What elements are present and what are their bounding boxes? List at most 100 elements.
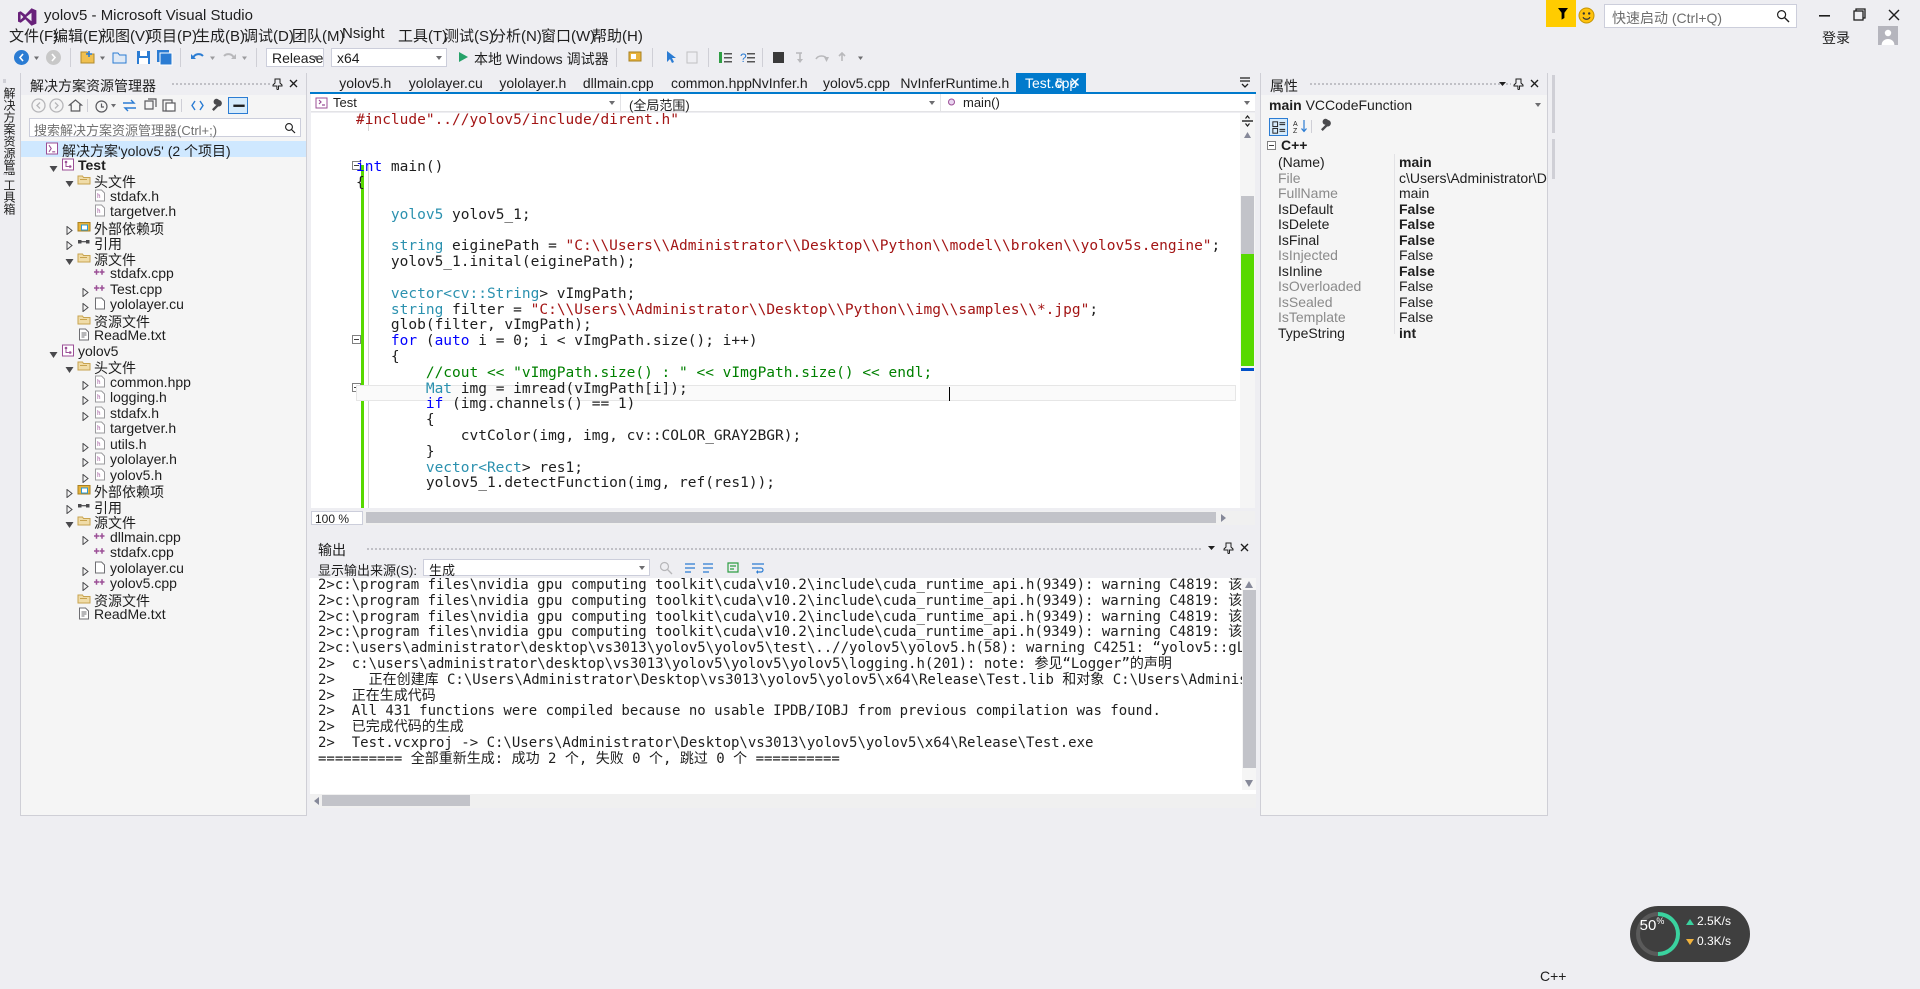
undo-icon[interactable] [188,48,207,67]
tree-node[interactable]: Test.cpp [21,281,306,298]
save-all-icon[interactable] [155,48,174,67]
code-line[interactable]: yolov5_1.detectFunction(img, ref(res1)); [356,475,1220,492]
menu-project[interactable]: 项目(P) [147,25,197,46]
go-to-next-icon[interactable] [700,560,716,575]
properties-dropdown-icon[interactable] [1496,77,1509,90]
twisty-expanded-icon[interactable] [49,346,58,358]
twisty-expanded-icon[interactable] [65,253,74,265]
property-value[interactable]: c\Users\Administrator\Desk [1399,170,1547,186]
start-debug-icon[interactable] [459,52,468,62]
tree-node[interactable]: ReadMe.txt [21,606,306,622]
twisty-collapsed-icon[interactable] [81,532,90,546]
pin-icon[interactable] [1222,541,1235,554]
properties-icon[interactable] [208,97,225,114]
properties-category-row[interactable]: C++ [1261,137,1547,154]
comment-lines-icon[interactable] [716,48,735,67]
tree-node[interactable]: yololayer.cu [21,560,306,577]
tree-node[interactable]: yololayer.cu [21,296,306,313]
nav-member-combo[interactable]: main() [941,94,1255,112]
code-line[interactable]: for (auto i = 0; i < vImgPath.size(); i+… [356,333,1220,350]
refresh-icon[interactable] [141,97,158,114]
twisty-collapsed-icon[interactable] [81,392,90,406]
twisty-collapsed-icon[interactable] [81,470,90,484]
property-value[interactable]: main [1399,154,1547,170]
h-scrollbar-thumb[interactable] [322,795,470,806]
sync-icon[interactable] [121,97,138,114]
menu-tools[interactable]: 工具(T) [398,25,447,46]
navigate-back-icon[interactable] [12,48,31,67]
menu-edit[interactable]: 编辑(E) [53,25,103,46]
properties-drag-handle[interactable] [1309,82,1511,86]
output-dropdown-icon[interactable] [1205,541,1218,554]
twisty-collapsed-icon[interactable] [81,439,90,453]
collapse-icon[interactable] [1267,141,1276,150]
property-row[interactable]: IsDelete False [1261,216,1547,232]
output-drag-handle[interactable] [366,547,1202,551]
code-line[interactable] [356,145,1220,161]
redo-icon[interactable] [220,48,239,67]
h-scrollbar-thumb[interactable] [366,512,1216,523]
nav-scope-combo[interactable]: (全局范围) [621,94,941,113]
property-value[interactable]: False [1399,201,1547,217]
property-row[interactable]: IsOverloaded False [1261,278,1547,294]
tree-node[interactable]: stdafx.cpp [21,265,306,281]
property-row[interactable]: FullName main [1261,185,1547,201]
feedback-smiley-icon[interactable] [1578,7,1595,24]
tree-node[interactable]: h stdafx.h [21,405,306,422]
code-line[interactable]: vector<cv::String> vImgPath; [356,286,1220,303]
home-icon[interactable] [67,97,84,114]
output-horizontal-scrollbar[interactable] [310,794,1256,808]
twisty-collapsed-icon[interactable] [81,408,90,422]
notification-filter-icon[interactable] [1546,0,1576,27]
code-line[interactable]: } [356,444,1220,461]
twisty-expanded-icon[interactable] [65,175,74,187]
property-row[interactable]: IsFinal False [1261,232,1547,248]
property-value[interactable]: False [1399,278,1547,294]
properties-wrench-icon[interactable] [1317,118,1334,134]
debug-target-dropdown-icon[interactable] [601,48,610,67]
uncomment-lines-icon[interactable]: ? [738,48,757,67]
code-line[interactable]: yolov5 yolov5_1; [356,207,1220,224]
tree-node[interactable]: 引用 [21,234,306,252]
tree-node[interactable]: 资源文件 [21,591,306,609]
code-line[interactable] [356,192,1220,208]
code-line[interactable] [356,271,1220,287]
tree-node[interactable]: 引用 [21,498,306,516]
vtab-solution-explorer[interactable]: 解决方案资源管理器 [1,83,17,195]
tree-node[interactable]: h yololayer.h [21,451,306,468]
property-row[interactable]: IsSealed False [1261,294,1547,310]
menu-help[interactable]: 帮助(H) [592,25,643,46]
code-line[interactable]: { [356,175,1220,192]
code-line[interactable]: //cout << "vImgPath.size() : " << vImgPa… [356,365,1220,382]
menu-team[interactable]: 团队(M) [292,25,345,46]
code-line[interactable]: glob(filter, vImgPath); [356,317,1220,334]
tree-node[interactable]: h yolov5.h [21,467,306,484]
property-value[interactable]: False [1399,294,1547,310]
tree-node[interactable]: h targetver.h [21,420,306,436]
twisty-collapsed-icon[interactable] [81,377,90,391]
solution-config-combo[interactable]: Release [266,48,324,67]
code-line[interactable] [356,224,1220,240]
maximize-button[interactable] [1845,3,1873,27]
code-line[interactable]: string eiginePath = "C:\\Users\\Administ… [356,238,1220,255]
solution-tree[interactable]: 解决方案'yolov5' (2 个项目) Test 头文件 h stdafx.h h tar… [21,141,306,622]
scroll-right-arrow-icon[interactable] [1219,513,1228,523]
solution-explorer-search-input[interactable]: 搜索解决方案资源管理器(Ctrl+;) [29,118,301,138]
tree-node[interactable]: h utils.h [21,436,306,453]
back-dropdown-icon[interactable] [32,48,41,67]
menu-build[interactable]: 生成(B) [195,25,245,46]
new-dropdown-icon[interactable] [98,48,107,67]
scrollbar-thumb[interactable] [1243,590,1256,768]
output-text[interactable]: 2>c:\program files\nvidia gpu computing … [310,578,1256,790]
attach-process-icon[interactable] [626,48,645,67]
menu-nsight[interactable]: Nsight [342,25,385,42]
undo-dropdown-icon[interactable] [208,48,217,67]
go-to-previous-icon[interactable] [682,560,698,575]
property-value[interactable]: False [1399,232,1547,248]
minimize-button[interactable] [1810,3,1838,27]
twisty-collapsed-icon[interactable] [81,299,90,313]
new-project-icon[interactable] [78,48,97,67]
close-button[interactable] [1880,3,1908,27]
code-line[interactable]: int main() [356,159,1220,176]
close-icon[interactable] [1069,76,1081,88]
